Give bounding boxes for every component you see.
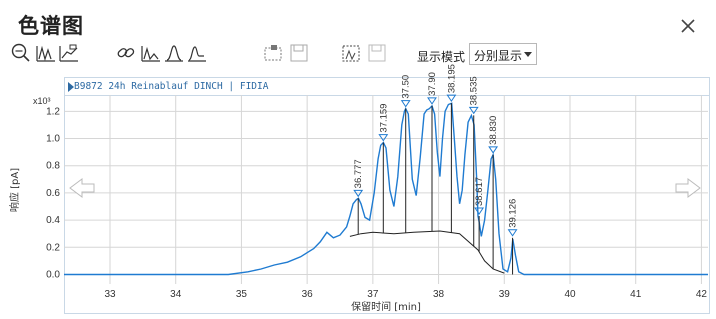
- y-tick-label: 1.0: [46, 134, 60, 145]
- y-tick-label: 0.0: [46, 269, 60, 280]
- peak-label: 38.535: [469, 76, 480, 105]
- peak-marker: [488, 146, 499, 154]
- chromatogram-chart: 33 34 35 36 37 38 39 40 41 42 0.0 0.2 0.4 0.6 0.8 1.0 1.…: [8, 64, 708, 313]
- peak-marker: [474, 207, 485, 215]
- y-tick-label: 1.2: [46, 106, 60, 117]
- x-tick-label: 39: [499, 289, 511, 300]
- x-axis-label: 保留时间 [min]: [351, 300, 421, 313]
- x-tick-label: 37: [367, 289, 379, 300]
- x-tick-label: 33: [104, 289, 116, 300]
- peak-marker: [446, 94, 457, 103]
- peak-marker: [507, 229, 518, 237]
- peak-label: 38.617: [474, 177, 485, 206]
- x-tick-label: 40: [564, 289, 576, 300]
- y-tick-label: 0.2: [46, 242, 60, 253]
- peak-label: 37.90: [427, 72, 438, 96]
- peak-label: 37.159: [378, 104, 389, 133]
- x-tick-label: 42: [696, 289, 708, 300]
- y-tick-label: 0.4: [46, 215, 60, 226]
- y-axis-label: 响应 [pA]: [8, 168, 21, 212]
- peak-marker: [378, 134, 389, 142]
- x-tick-label: 34: [170, 289, 182, 300]
- peak-label: 38.830: [488, 116, 499, 145]
- peak-label: 38.195: [446, 64, 457, 93]
- y-multiplier-label: x10³: [33, 96, 51, 106]
- peak-marker: [468, 106, 479, 115]
- x-tick-label: 35: [236, 289, 248, 300]
- x-tick-label: 41: [630, 289, 642, 300]
- x-tick-label: 38: [433, 289, 445, 300]
- peak-label: 39.126: [508, 199, 519, 228]
- x-tick-label: 36: [302, 289, 314, 300]
- peak-label: 36.777: [353, 159, 364, 188]
- peak-marker: [400, 100, 411, 108]
- peak-marker: [427, 97, 437, 105]
- y-tick-label: 0.6: [46, 188, 60, 199]
- peak-label: 37.50: [401, 75, 412, 99]
- scroll-right-icon[interactable]: [675, 178, 701, 198]
- scroll-left-icon[interactable]: [69, 178, 95, 198]
- y-tick-label: 0.8: [46, 161, 60, 172]
